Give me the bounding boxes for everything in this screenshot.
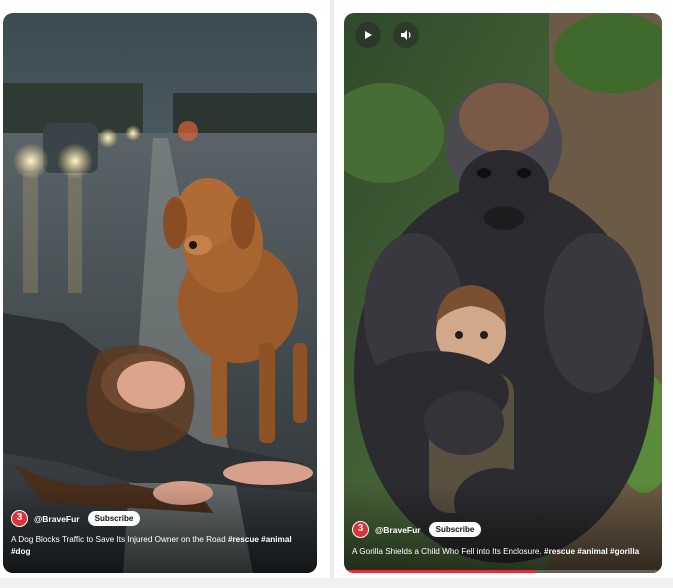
subscribe-button[interactable]: Subscribe	[87, 511, 141, 526]
volume-button[interactable]	[393, 22, 419, 48]
video-progress-bar[interactable]	[344, 570, 662, 573]
video-title: A Dog Blocks Traffic to Save Its Injured…	[11, 535, 226, 544]
channel-row: 3 @BraveFur Subscribe	[11, 510, 141, 527]
short-card-dog[interactable]: 3 @BraveFur Subscribe A Dog Blocks Traff…	[3, 13, 317, 573]
play-button[interactable]	[355, 22, 381, 48]
play-icon	[365, 31, 372, 39]
video-hashtags[interactable]: #rescue #animal #gorilla	[544, 547, 639, 556]
channel-name[interactable]: @BraveFur	[375, 525, 421, 535]
video-caption[interactable]: A Dog Blocks Traffic to Save Its Injured…	[11, 534, 309, 558]
channel-row: 3 @BraveFur Subscribe	[352, 521, 482, 538]
channel-name[interactable]: @BraveFur	[34, 514, 80, 524]
subscribe-button[interactable]: Subscribe	[428, 522, 482, 537]
short-card-gorilla[interactable]: 3 @BraveFur Subscribe A Gorilla Shields …	[344, 13, 662, 573]
video-progress-fill	[344, 570, 535, 573]
column-divider	[330, 0, 334, 588]
video-caption[interactable]: A Gorilla Shields a Child Who Fell into …	[352, 546, 654, 558]
volume-icon	[401, 30, 411, 40]
channel-avatar[interactable]: 3	[11, 510, 28, 527]
caption-gradient	[3, 483, 317, 573]
video-title: A Gorilla Shields a Child Who Fell into …	[352, 547, 542, 556]
channel-avatar[interactable]: 3	[352, 521, 369, 538]
bottom-strip	[0, 578, 673, 588]
